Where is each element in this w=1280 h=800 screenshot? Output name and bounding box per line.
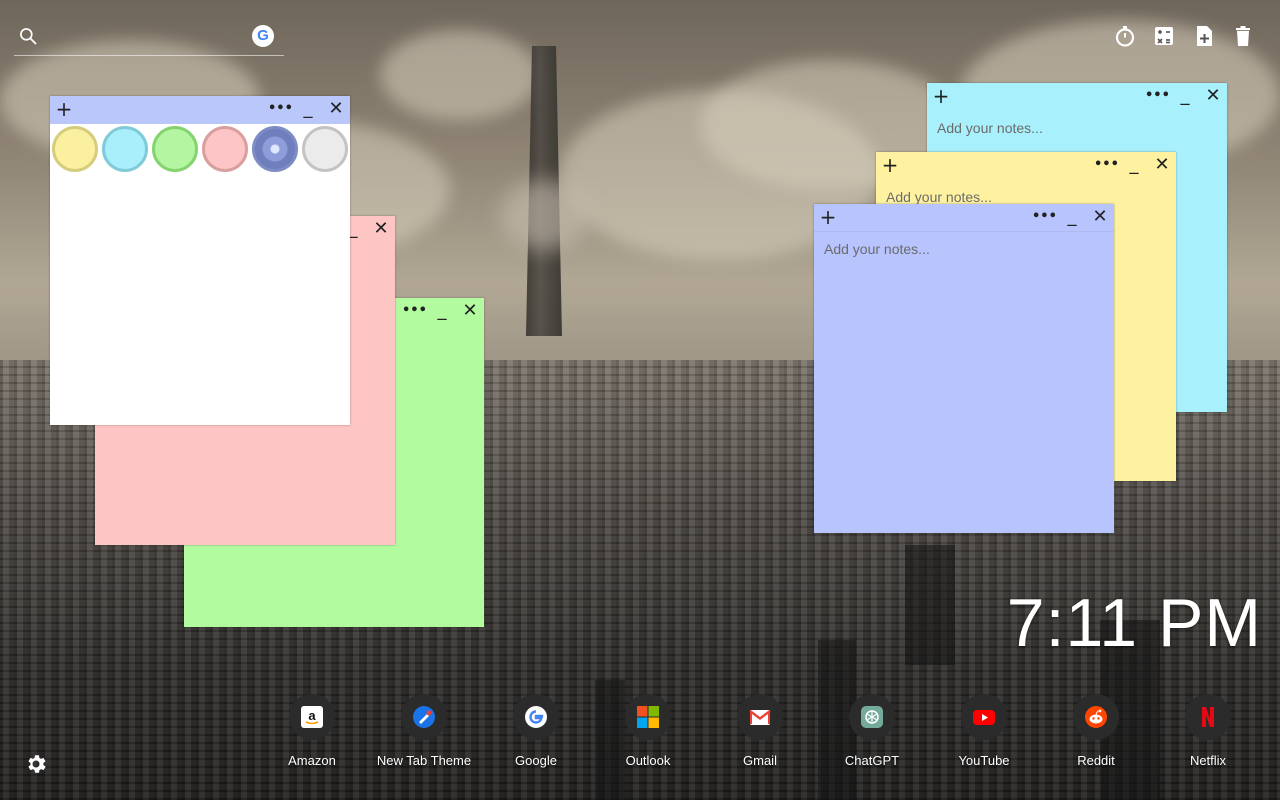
- shortcut-label: Reddit: [1077, 753, 1115, 768]
- shortcut-new-tab-theme[interactable]: New Tab Theme: [368, 694, 480, 774]
- search-icon[interactable]: [18, 26, 38, 46]
- color-swatch-purple-selected[interactable]: [252, 126, 298, 172]
- sticky-note-periwinkle[interactable]: + ••• _ ✕ Add your notes...: [814, 204, 1114, 533]
- timer-icon[interactable]: [1113, 24, 1137, 48]
- note-close-button[interactable]: ✕: [1088, 204, 1112, 232]
- clock: 7:11 PM: [1006, 585, 1262, 661]
- shortcut-icon-circle[interactable]: [849, 694, 895, 740]
- note-minimize-button[interactable]: _: [430, 298, 454, 326]
- sticky-note-white[interactable]: + ••• _ ✕: [50, 96, 350, 425]
- shortcut-netflix[interactable]: Netflix: [1152, 694, 1264, 774]
- shortcut-icon-circle[interactable]: [1073, 694, 1119, 740]
- color-swatch-blue[interactable]: [102, 126, 148, 172]
- shortcut-label: Gmail: [743, 753, 777, 768]
- outlook-icon: [637, 706, 659, 728]
- note-menu-button[interactable]: •••: [1094, 152, 1119, 180]
- google-icon: [525, 706, 547, 728]
- note-menu-button[interactable]: •••: [1145, 83, 1170, 111]
- wallpaper-cloud: [380, 30, 540, 120]
- note-header[interactable]: + ••• _ ✕: [876, 152, 1176, 180]
- shortcut-icon-circle[interactable]: [513, 694, 559, 740]
- amazon-icon: a: [301, 706, 323, 728]
- note-minimize-button[interactable]: _: [1122, 152, 1146, 180]
- note-body[interactable]: Add your notes...: [814, 232, 1114, 533]
- color-swatch-yellow[interactable]: [52, 126, 98, 172]
- note-menu-button[interactable]: •••: [268, 96, 293, 124]
- shortcut-label: Outlook: [625, 753, 671, 768]
- search-input[interactable]: [48, 24, 248, 50]
- shortcut-icon-circle[interactable]: [737, 694, 783, 740]
- shortcut-icon-circle[interactable]: [961, 694, 1007, 740]
- note-menu-button[interactable]: •••: [1032, 204, 1057, 232]
- svg-text:a: a: [308, 708, 316, 723]
- note-close-button[interactable]: ✕: [1201, 83, 1225, 111]
- note-minimize-button[interactable]: _: [296, 96, 320, 124]
- new-note-icon[interactable]: [1192, 24, 1216, 48]
- wallpaper-fog: [500, 180, 590, 250]
- wallpaper-building: [905, 545, 955, 665]
- shortcut-label: Amazon: [288, 753, 336, 768]
- shortcut-google[interactable]: Google: [480, 694, 592, 774]
- shortcut-reddit[interactable]: Reddit: [1040, 694, 1152, 774]
- settings-button[interactable]: [24, 752, 48, 776]
- note-minimize-button[interactable]: _: [1060, 204, 1084, 232]
- netflix-icon: [1202, 707, 1214, 727]
- trash-icon[interactable]: [1231, 24, 1255, 48]
- shortcut-outlook[interactable]: Outlook: [592, 694, 704, 774]
- new-tab-theme-icon: [413, 706, 435, 728]
- color-swatch-green[interactable]: [152, 126, 198, 172]
- chatgpt-icon: [861, 706, 883, 728]
- note-close-button[interactable]: ✕: [324, 96, 348, 124]
- search-bar: G: [14, 22, 284, 56]
- youtube-icon: [973, 710, 995, 725]
- shortcut-icon-circle[interactable]: [625, 694, 671, 740]
- note-add-button[interactable]: +: [816, 204, 840, 232]
- note-close-button[interactable]: ✕: [369, 216, 393, 244]
- shortcut-amazon[interactable]: a Amazon: [256, 694, 368, 774]
- color-swatch-pink[interactable]: [202, 126, 248, 172]
- shortcut-icon-circle[interactable]: [401, 694, 447, 740]
- note-close-button[interactable]: ✕: [1150, 152, 1174, 180]
- note-add-button[interactable]: +: [878, 152, 902, 180]
- shortcut-gmail[interactable]: Gmail: [704, 694, 816, 774]
- shortcut-icon-circle[interactable]: [1185, 694, 1231, 740]
- google-icon[interactable]: G: [252, 25, 274, 47]
- note-header[interactable]: + ••• _ ✕: [927, 83, 1227, 111]
- note-close-button[interactable]: ✕: [458, 298, 482, 326]
- shortcut-label: ChatGPT: [844, 753, 900, 768]
- note-add-button[interactable]: +: [52, 96, 76, 124]
- shortcut-label: YouTube: [958, 753, 1010, 768]
- shortcut-label: Netflix: [1189, 753, 1227, 768]
- note-placeholder: Add your notes...: [937, 120, 1043, 136]
- note-add-button[interactable]: +: [929, 83, 953, 111]
- note-placeholder: Add your notes...: [824, 241, 930, 257]
- reddit-icon: [1085, 706, 1107, 728]
- gmail-icon: [749, 710, 771, 725]
- shortcut-youtube[interactable]: YouTube: [928, 694, 1040, 774]
- note-menu-button[interactable]: •••: [402, 298, 427, 326]
- shortcut-icon-circle[interactable]: a: [289, 694, 335, 740]
- note-minimize-button[interactable]: _: [1173, 83, 1197, 111]
- calculator-icon[interactable]: [1152, 24, 1176, 48]
- gear-icon: [28, 755, 46, 773]
- shortcut-chatgpt[interactable]: ChatGPT: [816, 694, 928, 774]
- note-placeholder: Add your notes...: [886, 189, 992, 205]
- note-header[interactable]: + ••• _ ✕: [814, 204, 1114, 232]
- shortcut-label: New Tab Theme: [376, 753, 472, 768]
- color-swatch-gray[interactable]: [302, 126, 348, 172]
- note-header[interactable]: + ••• _ ✕: [50, 96, 350, 124]
- shortcut-label: Google: [515, 753, 557, 768]
